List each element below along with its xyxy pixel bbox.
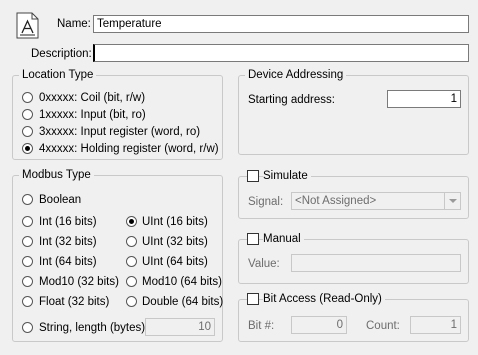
location-coil-label[interactable]: 0xxxxx: Coil (bit, r/w)	[39, 91, 145, 105]
location-coil-radio[interactable]	[22, 92, 33, 103]
type-string-label[interactable]: String, length (bytes):	[39, 321, 148, 335]
location-input-radio[interactable]	[22, 109, 33, 120]
simulate-label[interactable]: Simulate	[263, 169, 311, 183]
type-uint64-label[interactable]: UInt (64 bits)	[142, 255, 208, 269]
location-input-register-label[interactable]: 3xxxxx: Input register (word, ro)	[39, 125, 200, 139]
starting-address-field[interactable]: 1	[387, 90, 461, 108]
type-uint16-label[interactable]: UInt (16 bits)	[142, 215, 208, 229]
simulate-checkbox[interactable]	[247, 170, 259, 182]
type-uint32-label[interactable]: UInt (32 bits)	[142, 235, 208, 249]
type-int16-label[interactable]: Int (16 bits)	[39, 215, 97, 229]
bit-number-label: Bit #:	[248, 320, 275, 332]
type-boolean-radio[interactable]	[22, 194, 33, 205]
manual-value-field[interactable]	[291, 254, 461, 272]
type-int32-label[interactable]: Int (32 bits)	[39, 235, 97, 249]
description-field[interactable]	[93, 44, 469, 62]
type-int64-radio[interactable]	[22, 256, 33, 267]
signal-select[interactable]: <Not Assigned>	[291, 192, 461, 210]
bit-access-label[interactable]: Bit Access (Read-Only)	[263, 292, 385, 306]
type-int16-radio[interactable]	[22, 216, 33, 227]
name-field[interactable]: Temperature	[93, 15, 469, 33]
signal-label: Signal:	[248, 196, 284, 208]
type-mod10-32-label[interactable]: Mod10 (32 bits)	[39, 275, 119, 289]
name-label: Name:	[57, 18, 91, 30]
starting-address-label: Starting address:	[248, 94, 335, 106]
type-float32-radio[interactable]	[22, 296, 33, 307]
type-float32-label[interactable]: Float (32 bits)	[39, 295, 109, 309]
location-type-title: Location Type	[19, 68, 97, 82]
type-uint64-radio[interactable]	[126, 256, 137, 267]
type-uint32-radio[interactable]	[126, 236, 137, 247]
type-mod10-64-radio[interactable]	[126, 276, 137, 287]
tag-document-icon	[15, 12, 41, 40]
signal-select-value: <Not Assigned>	[295, 195, 377, 207]
location-input-label[interactable]: 1xxxxx: Input (bit, ro)	[39, 108, 146, 122]
string-length-field[interactable]: 10	[145, 318, 215, 336]
bit-access-checkbox[interactable]	[247, 293, 259, 305]
manual-checkbox[interactable]	[247, 233, 259, 245]
type-int64-label[interactable]: Int (64 bits)	[39, 255, 97, 269]
type-mod10-32-radio[interactable]	[22, 276, 33, 287]
location-input-register-radio[interactable]	[22, 126, 33, 137]
type-int32-radio[interactable]	[22, 236, 33, 247]
location-holding-register-label[interactable]: 4xxxxx: Holding register (word, r/w)	[39, 142, 219, 156]
type-double64-radio[interactable]	[126, 296, 137, 307]
count-field[interactable]: 1	[410, 316, 461, 334]
chevron-down-icon[interactable]	[444, 193, 460, 209]
manual-label[interactable]: Manual	[263, 232, 304, 246]
modbus-type-title: Modbus Type	[19, 168, 94, 182]
count-label: Count:	[366, 320, 400, 332]
type-uint16-radio[interactable]	[126, 216, 137, 227]
description-label: Description:	[31, 48, 92, 60]
type-double64-label[interactable]: Double (64 bits)	[142, 295, 223, 309]
location-holding-register-radio[interactable]	[22, 143, 33, 154]
device-addressing-title: Device Addressing	[245, 68, 347, 82]
type-boolean-label[interactable]: Boolean	[39, 193, 81, 207]
type-mod10-64-label[interactable]: Mod10 (64 bits)	[142, 275, 222, 289]
type-string-radio[interactable]	[22, 322, 33, 333]
bit-number-field[interactable]: 0	[291, 316, 347, 334]
device-addressing-group: Device Addressing	[238, 68, 469, 155]
manual-value-label: Value:	[248, 258, 280, 270]
